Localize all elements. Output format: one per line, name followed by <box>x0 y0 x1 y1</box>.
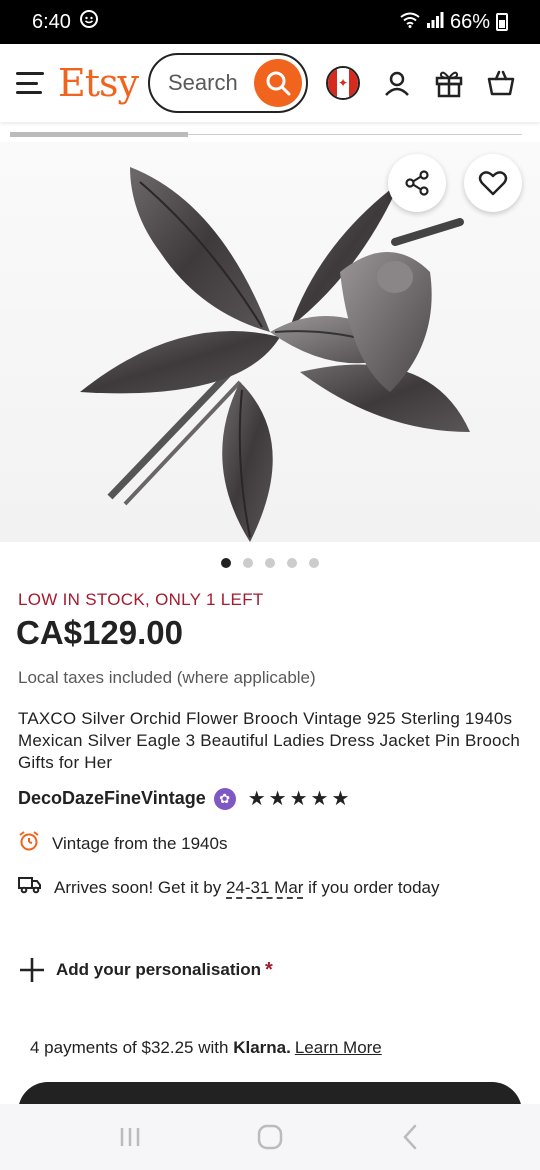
product-image[interactable] <box>0 142 540 542</box>
seller-row: DecoDazeFineVintage ✿ ★ ★ ★ ★ ★ <box>18 786 349 811</box>
product-title: TAXCO Silver Orchid Flower Brooch Vintag… <box>18 709 521 772</box>
wifi-icon <box>400 11 420 34</box>
waze-icon <box>79 9 99 35</box>
carousel-progress <box>10 132 522 137</box>
search-icon <box>266 71 291 96</box>
search-placeholder: Search <box>167 70 238 95</box>
carousel-dot[interactable] <box>287 558 297 568</box>
klarna-payments: 4 payments of $32.25 with Klarna. Learn M… <box>30 1038 382 1058</box>
star-icon: ★ <box>331 788 350 810</box>
system-nav-bar <box>0 1104 540 1170</box>
back-icon[interactable] <box>390 1117 430 1157</box>
menu-icon[interactable] <box>16 72 44 94</box>
vintage-row: Vintage from the 1940s <box>18 830 227 857</box>
personalisation-label: Add your personalisation <box>56 960 261 979</box>
seller-name[interactable]: DecoDazeFineVintage <box>18 788 206 809</box>
share-icon <box>405 170 429 196</box>
star-icon: ★ <box>247 788 266 810</box>
signal-icon <box>426 11 444 34</box>
recent-apps-icon[interactable] <box>110 1117 150 1157</box>
product-price: CA$129.00 <box>16 614 183 651</box>
arrives-text: Arrives soon! Get it by 24-31 Mar if you… <box>54 877 440 899</box>
canada-flag-icon[interactable]: ✦ <box>325 66 360 100</box>
delivery-truck-icon <box>18 875 42 900</box>
star-icon: ★ <box>310 788 329 810</box>
status-time: 6:40 <box>32 10 71 33</box>
plus-icon <box>20 958 44 982</box>
search-button[interactable] <box>253 59 302 107</box>
status-bar: 6:40 66% <box>0 0 540 44</box>
favorite-button[interactable] <box>464 154 522 212</box>
learn-more-link[interactable]: Learn More <box>295 1038 382 1057</box>
required-marker: * <box>264 958 273 981</box>
share-button[interactable] <box>388 154 446 212</box>
star-icon: ★ <box>289 788 308 810</box>
vintage-label: Vintage from the 1940s <box>52 833 228 853</box>
taxes-note: Local taxes included (where applicable) <box>18 668 316 687</box>
arrives-dates[interactable]: 24-31 Mar <box>225 877 304 899</box>
app-header: Etsy Search ✦ <box>0 44 540 122</box>
account-icon[interactable] <box>382 68 412 98</box>
carousel-dots <box>0 558 540 568</box>
battery-icon <box>496 13 508 31</box>
arrives-row: Arrives soon! Get it by 24-31 Mar if you… <box>18 875 440 900</box>
klarna-brand: Klarna. <box>233 1038 291 1057</box>
search-input[interactable]: Search <box>147 53 308 113</box>
arrives-suffix: if you order today <box>303 877 440 897</box>
home-icon[interactable] <box>250 1117 290 1157</box>
add-personalisation-button[interactable]: Add your personalisation * <box>18 956 273 984</box>
stock-notice: LOW IN STOCK, ONLY 1 LEFT <box>18 590 264 609</box>
carousel-dot[interactable] <box>243 558 253 568</box>
cart-icon[interactable] <box>486 68 516 98</box>
brooch-illustration <box>80 167 470 542</box>
status-right: 66% <box>400 11 508 34</box>
klarna-prefix: 4 payments of $32.25 with <box>30 1038 234 1057</box>
arrives-prefix: Arrives soon! Get it by <box>54 877 226 897</box>
star-icon: ★ <box>268 788 287 810</box>
rating-stars[interactable]: ★ ★ ★ ★ ★ <box>248 786 350 811</box>
etsy-logo[interactable]: Etsy <box>58 61 139 105</box>
carousel-dot[interactable] <box>265 558 275 568</box>
heart-icon <box>478 171 508 196</box>
gift-icon[interactable] <box>434 68 464 98</box>
battery-percent: 66% <box>449 10 490 33</box>
carousel-dot[interactable] <box>221 558 231 568</box>
status-left: 6:40 <box>32 9 99 35</box>
alarm-clock-icon <box>18 830 40 857</box>
star-seller-icon: ✿ <box>213 787 236 810</box>
carousel-dot[interactable] <box>309 558 319 568</box>
